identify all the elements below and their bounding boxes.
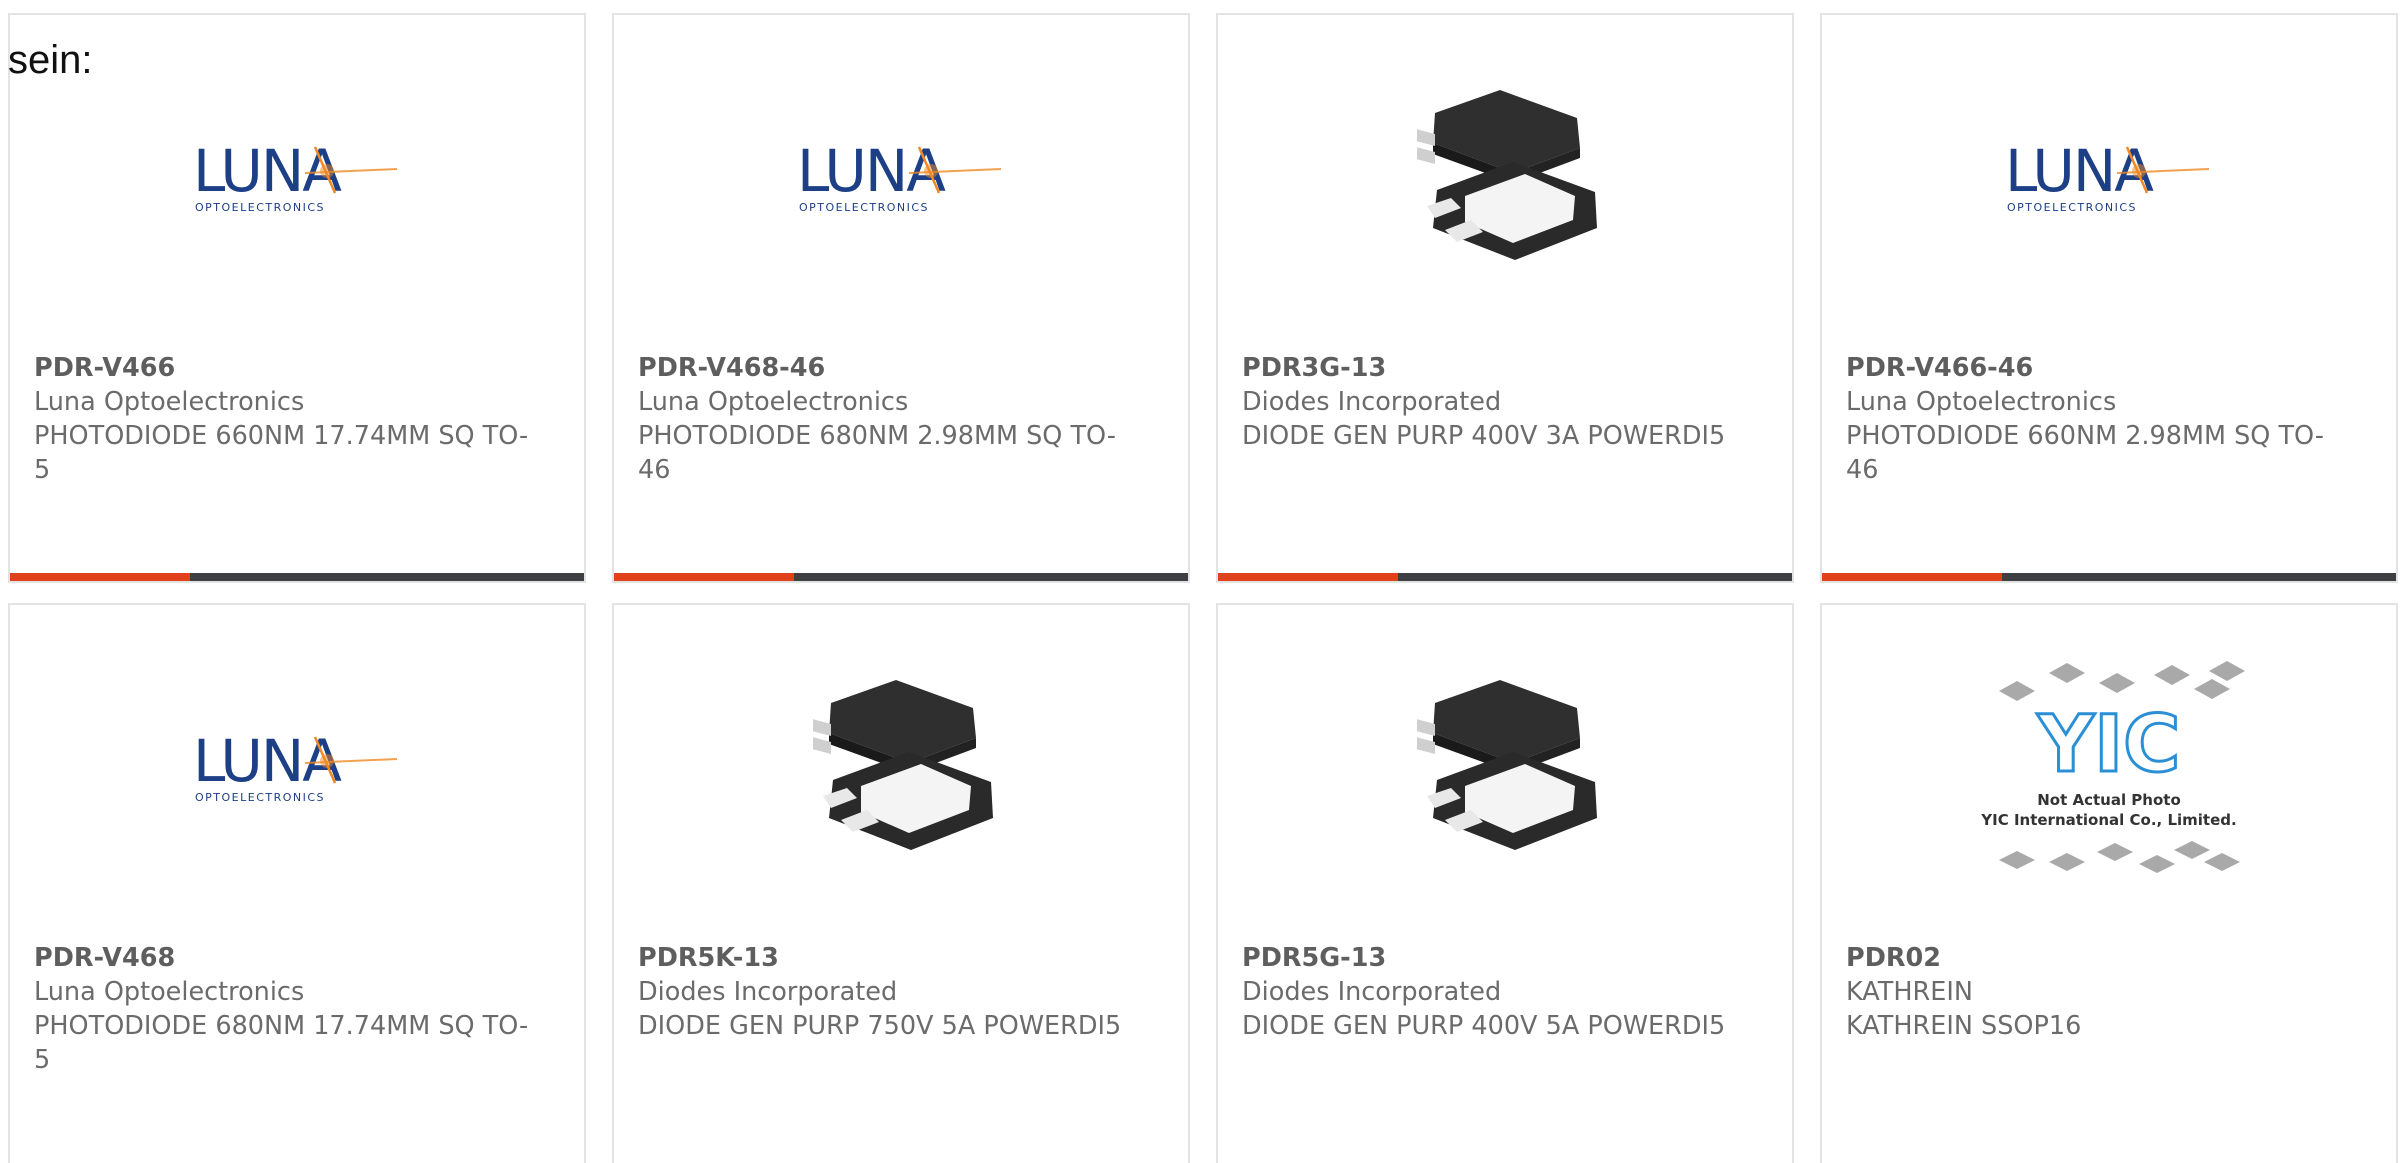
product-card[interactable]: LUNA OPTOELECTRONICS PDR-V468 Luna Optoelec… bbox=[8, 603, 586, 1163]
luna-logo: LUNA OPTOELECTRONICS bbox=[187, 133, 407, 227]
svg-text:LUNA: LUNA bbox=[193, 137, 342, 205]
yic-placeholder-image: YIC Not Actual Photo YIC International Co.… bbox=[1969, 643, 2249, 897]
product-image[interactable] bbox=[1218, 55, 1792, 305]
product-grid: LUNA OPTOELECTRONICS PDR-V466 Luna Optoelec… bbox=[8, 13, 2398, 1163]
product-image[interactable] bbox=[614, 645, 1188, 895]
product-card[interactable]: YIC Not Actual Photo YIC International Co.… bbox=[1820, 603, 2398, 1163]
svg-text:LUNA: LUNA bbox=[797, 137, 946, 205]
description-label: DIODE GEN PURP 400V 3A POWERDI5 bbox=[1242, 421, 1726, 451]
product-info: PDR02 KATHREIN KATHREIN SSOP16 bbox=[1846, 941, 2356, 1043]
product-card[interactable]: LUNA OPTOELECTRONICS PDR-V466 Luna Optoelec… bbox=[8, 13, 586, 583]
manufacturer-label: Luna Optoelectronics bbox=[34, 977, 305, 1007]
accent-segment bbox=[1218, 573, 1398, 581]
manufacturer-label: Luna Optoelectronics bbox=[638, 387, 909, 417]
manufacturer-label: KATHREIN bbox=[1846, 977, 1973, 1007]
product-card[interactable]: PDR3G-13 Diodes Incorporated DIODE GEN PUR… bbox=[1216, 13, 1794, 583]
svg-text:YIC International Co., Limited: YIC International Co., Limited. bbox=[1980, 811, 2236, 829]
description-label: DIODE GEN PURP 750V 5A POWERDI5 bbox=[638, 1011, 1122, 1041]
description-label: PHOTODIODE 660NM 2.98MM SQ TO-46 bbox=[1846, 421, 2325, 485]
card-accent-bar bbox=[614, 573, 1188, 581]
page: LUNA OPTOELECTRONICS PDR-V466 Luna Optoelec… bbox=[0, 0, 2400, 1163]
manufacturer-label: Luna Optoelectronics bbox=[34, 387, 305, 417]
card-accent-bar bbox=[10, 573, 584, 581]
part-number-link[interactable]: PDR5G-13 bbox=[1242, 941, 1752, 975]
product-image[interactable] bbox=[1218, 645, 1792, 895]
product-info: PDR5G-13 Diodes Incorporated DIODE GEN PUR… bbox=[1242, 941, 1752, 1043]
product-image[interactable]: LUNA OPTOELECTRONICS bbox=[10, 55, 584, 305]
lead-text: sein: bbox=[8, 38, 93, 82]
product-info: PDR5K-13 Diodes Incorporated DIODE GEN PUR… bbox=[638, 941, 1148, 1043]
product-info: PDR-V466 Luna Optoelectronics PHOTODIODE 6… bbox=[34, 351, 544, 487]
product-image[interactable]: LUNA OPTOELECTRONICS bbox=[614, 55, 1188, 305]
product-card[interactable]: PDR5G-13 Diodes Incorporated DIODE GEN PUR… bbox=[1216, 603, 1794, 1163]
product-info: PDR3G-13 Diodes Incorporated DIODE GEN PUR… bbox=[1242, 351, 1752, 453]
svg-text:YIC: YIC bbox=[2037, 700, 2181, 790]
svg-text:OPTOELECTRONICS: OPTOELECTRONICS bbox=[2007, 201, 2137, 214]
description-label: PHOTODIODE 680NM 2.98MM SQ TO-46 bbox=[638, 421, 1117, 485]
accent-segment bbox=[1822, 573, 2002, 581]
part-number-link[interactable]: PDR-V468-46 bbox=[638, 351, 1148, 385]
dark-segment bbox=[2002, 573, 2396, 581]
part-number-link[interactable]: PDR-V466-46 bbox=[1846, 351, 2356, 385]
manufacturer-label: Diodes Incorporated bbox=[1242, 977, 1502, 1007]
description-label: KATHREIN SSOP16 bbox=[1846, 1011, 2082, 1041]
svg-text:OPTOELECTRONICS: OPTOELECTRONICS bbox=[195, 201, 325, 214]
svg-text:Not Actual Photo: Not Actual Photo bbox=[2037, 791, 2181, 809]
product-card[interactable]: PDR5K-13 Diodes Incorporated DIODE GEN PUR… bbox=[612, 603, 1190, 1163]
description-label: PHOTODIODE 680NM 17.74MM SQ TO-5 bbox=[34, 1011, 529, 1075]
accent-segment bbox=[614, 573, 794, 581]
svg-text:LUNA: LUNA bbox=[2005, 137, 2154, 205]
part-number-link[interactable]: PDR-V468 bbox=[34, 941, 544, 975]
powerdi5-package-image bbox=[1405, 78, 1605, 282]
manufacturer-label: Luna Optoelectronics bbox=[1846, 387, 2117, 417]
svg-text:OPTOELECTRONICS: OPTOELECTRONICS bbox=[799, 201, 929, 214]
product-info: PDR-V466-46 Luna Optoelectronics PHOTODIOD… bbox=[1846, 351, 2356, 487]
product-image[interactable]: LUNA OPTOELECTRONICS bbox=[10, 645, 584, 895]
product-image[interactable]: LUNA OPTOELECTRONICS bbox=[1822, 55, 2396, 305]
description-label: DIODE GEN PURP 400V 5A POWERDI5 bbox=[1242, 1011, 1726, 1041]
card-accent-bar bbox=[1822, 573, 2396, 581]
product-info: PDR-V468-46 Luna Optoelectronics PHOTODIOD… bbox=[638, 351, 1148, 487]
dark-segment bbox=[794, 573, 1188, 581]
dark-segment bbox=[1398, 573, 1792, 581]
luna-logo: LUNA OPTOELECTRONICS bbox=[791, 133, 1011, 227]
product-card[interactable]: LUNA OPTOELECTRONICS PDR-V468-46 Luna Optoe… bbox=[612, 13, 1190, 583]
manufacturer-label: Diodes Incorporated bbox=[1242, 387, 1502, 417]
svg-text:LUNA: LUNA bbox=[193, 727, 342, 795]
part-number-link[interactable]: PDR3G-13 bbox=[1242, 351, 1752, 385]
accent-segment bbox=[10, 573, 190, 581]
manufacturer-label: Diodes Incorporated bbox=[638, 977, 898, 1007]
product-image[interactable]: YIC Not Actual Photo YIC International Co.… bbox=[1822, 645, 2396, 895]
luna-logo: LUNA OPTOELECTRONICS bbox=[187, 723, 407, 817]
powerdi5-package-image bbox=[1405, 668, 1605, 872]
powerdi5-package-image bbox=[801, 668, 1001, 872]
svg-text:OPTOELECTRONICS: OPTOELECTRONICS bbox=[195, 791, 325, 804]
product-card[interactable]: LUNA OPTOELECTRONICS PDR-V466-46 Luna Optoe… bbox=[1820, 13, 2398, 583]
product-info: PDR-V468 Luna Optoelectronics PHOTODIODE 6… bbox=[34, 941, 544, 1077]
card-accent-bar bbox=[1218, 573, 1792, 581]
part-number-link[interactable]: PDR-V466 bbox=[34, 351, 544, 385]
description-label: PHOTODIODE 660NM 17.74MM SQ TO-5 bbox=[34, 421, 529, 485]
dark-segment bbox=[190, 573, 584, 581]
luna-logo: LUNA OPTOELECTRONICS bbox=[1999, 133, 2219, 227]
part-number-link[interactable]: PDR02 bbox=[1846, 941, 2356, 975]
part-number-link[interactable]: PDR5K-13 bbox=[638, 941, 1148, 975]
